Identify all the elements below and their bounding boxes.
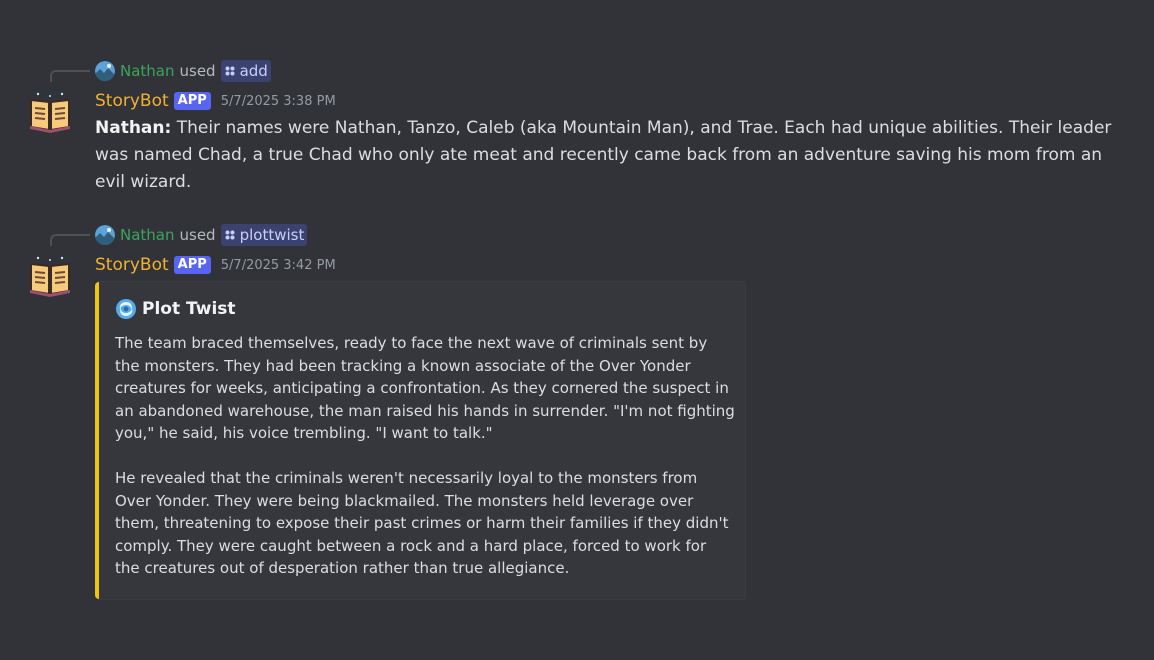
embed-paragraph: The team braced themselves, ready to fac… — [115, 334, 735, 442]
content-text: Their names were Nathan, Tanzo, Caleb (a… — [95, 118, 1112, 192]
command-icon — [225, 66, 235, 76]
command-name: add — [239, 62, 268, 80]
interaction-used-text: used — [179, 62, 216, 80]
interaction-used-text: used — [179, 226, 216, 244]
bot-avatar-book-icon[interactable] — [28, 254, 72, 298]
user-avatar-icon[interactable] — [95, 61, 115, 81]
interaction-header: Nathan used plottwist — [95, 224, 308, 246]
message-embed: Plot Twist The team braced themselves, r… — [95, 281, 746, 600]
embed-title: Plot Twist — [142, 299, 236, 319]
reply-connector — [50, 234, 90, 246]
app-badge: APP — [173, 92, 211, 110]
message-header: StoryBot APP 5/7/2025 3:42 PM — [95, 254, 336, 276]
command-icon — [225, 230, 235, 240]
slash-command-chip[interactable]: plottwist — [220, 224, 308, 246]
interaction-header: Nathan used add — [95, 60, 271, 82]
message-timestamp[interactable]: 5/7/2025 3:38 PM — [221, 94, 336, 109]
chat-message-list: Nathan used add StoryBot APP 5/7/2025 3:… — [0, 0, 1154, 660]
cyclone-icon — [116, 299, 136, 319]
reply-connector — [50, 70, 90, 82]
interaction-username[interactable]: Nathan — [120, 62, 175, 80]
message-header: StoryBot APP 5/7/2025 3:38 PM — [95, 90, 336, 112]
author-name[interactable]: StoryBot — [95, 91, 169, 111]
user-avatar-icon[interactable] — [95, 225, 115, 245]
embed-accent-bar — [95, 282, 99, 599]
interaction-username[interactable]: Nathan — [120, 226, 175, 244]
embed-description: The team braced themselves, ready to fac… — [115, 332, 735, 580]
slash-command-chip[interactable]: add — [220, 60, 271, 82]
command-name: plottwist — [239, 226, 305, 244]
content-bold-prefix: Nathan: — [95, 118, 172, 138]
app-badge: APP — [173, 256, 211, 274]
message-timestamp[interactable]: 5/7/2025 3:42 PM — [221, 258, 336, 273]
embed-title-row: Plot Twist — [115, 298, 236, 320]
message-content: Nathan: Their names were Nathan, Tanzo, … — [95, 115, 1135, 196]
author-name[interactable]: StoryBot — [95, 255, 169, 275]
embed-paragraph: He revealed that the criminals weren't n… — [115, 469, 729, 577]
bot-avatar-book-icon[interactable] — [28, 90, 72, 134]
